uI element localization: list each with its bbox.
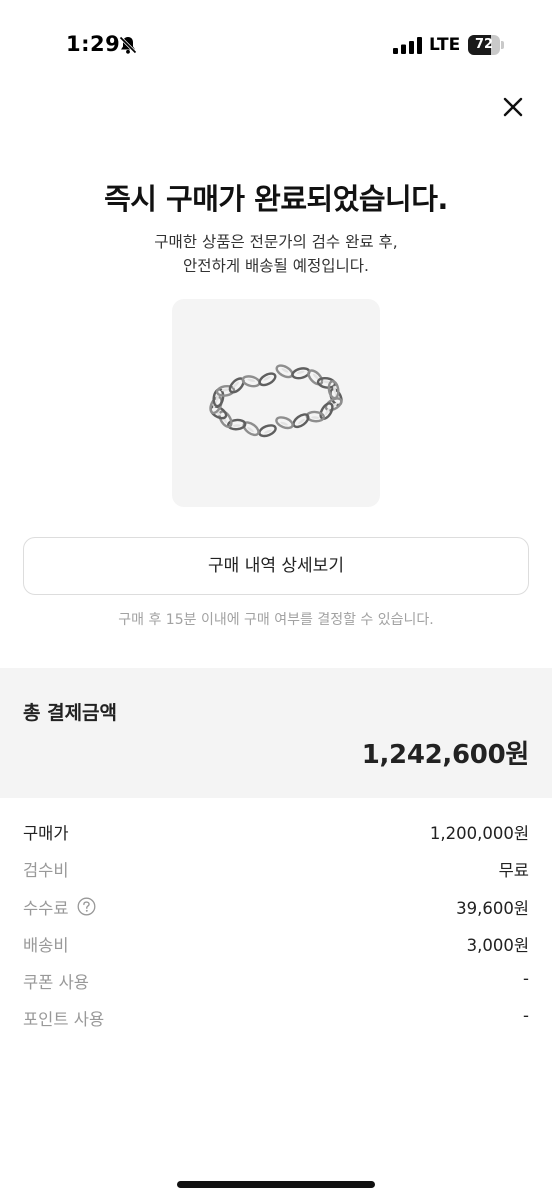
status-bar: 1:29 LTE 72	[0, 0, 552, 90]
signal-icon	[393, 37, 422, 54]
purchase-detail-button[interactable]: 구매 내역 상세보기	[23, 537, 529, 595]
battery-percent: 72	[474, 37, 494, 52]
home-indicator	[177, 1181, 375, 1188]
breakdown-row-points: 포인트 사용 -	[23, 1000, 529, 1037]
breakdown-label: 수수료	[23, 898, 69, 918]
breakdown-value: 1,200,000원	[429, 824, 529, 843]
breakdown-row-coupon: 쿠폰 사용 -	[23, 963, 529, 1000]
breakdown-value: 39,600원	[456, 898, 529, 918]
product-image	[172, 299, 380, 507]
subtitle-line-2: 안전하게 배송될 예정입니다.	[183, 257, 369, 275]
breakdown-label: 포인트 사용	[23, 1010, 105, 1030]
breakdown-row-shipping-fee: 배송비 3,000원	[23, 926, 529, 963]
breakdown-label: 검수비	[23, 861, 69, 881]
question-circle-icon[interactable]	[77, 897, 96, 916]
decision-notice: 구매 후 15분 이내에 구매 여부를 결정할 수 있습니다.	[118, 612, 434, 628]
payment-breakdown: 구매가 1,200,000원 검수비 무료 수수료 39,600원 배송비 3,…	[23, 814, 529, 1038]
chain-bracelet-image	[209, 364, 343, 438]
status-time: 1:29	[66, 32, 121, 56]
breakdown-label: 쿠폰 사용	[23, 973, 89, 993]
breakdown-value: -	[523, 1006, 529, 1026]
chain-highlight	[232, 424, 241, 427]
breakdown-label: 구매가	[23, 824, 69, 843]
total-label: 총 결제금액	[23, 702, 118, 724]
chain-highlight	[311, 416, 320, 419]
close-icon	[503, 97, 523, 117]
total-amount: 1,242,600원	[361, 740, 530, 770]
close-button[interactable]	[498, 92, 528, 122]
breakdown-value: 무료	[498, 861, 529, 881]
total-payment-section: 총 결제금액 1,242,600원	[0, 668, 552, 798]
breakdown-value: 3,000원	[466, 935, 529, 955]
page-title: 즉시 구매가 완료되었습니다.	[104, 182, 448, 216]
page-subtitle: 구매한 상품은 전문가의 검수 완료 후, 안전하게 배송될 예정입니다.	[0, 230, 552, 278]
breakdown-label: 배송비	[23, 935, 69, 955]
breakdown-row-commission: 수수료 39,600원	[23, 889, 529, 926]
subtitle-line-1: 구매한 상품은 전문가의 검수 완료 후,	[154, 233, 398, 251]
breakdown-value: -	[523, 969, 529, 989]
bell-slash-icon	[118, 35, 138, 55]
battery-indicator: 72	[468, 35, 504, 55]
network-label: LTE	[429, 35, 461, 55]
breakdown-row-purchase-price: 구매가 1,200,000원	[23, 814, 529, 851]
breakdown-row-inspection-fee: 검수비 무료	[23, 851, 529, 888]
